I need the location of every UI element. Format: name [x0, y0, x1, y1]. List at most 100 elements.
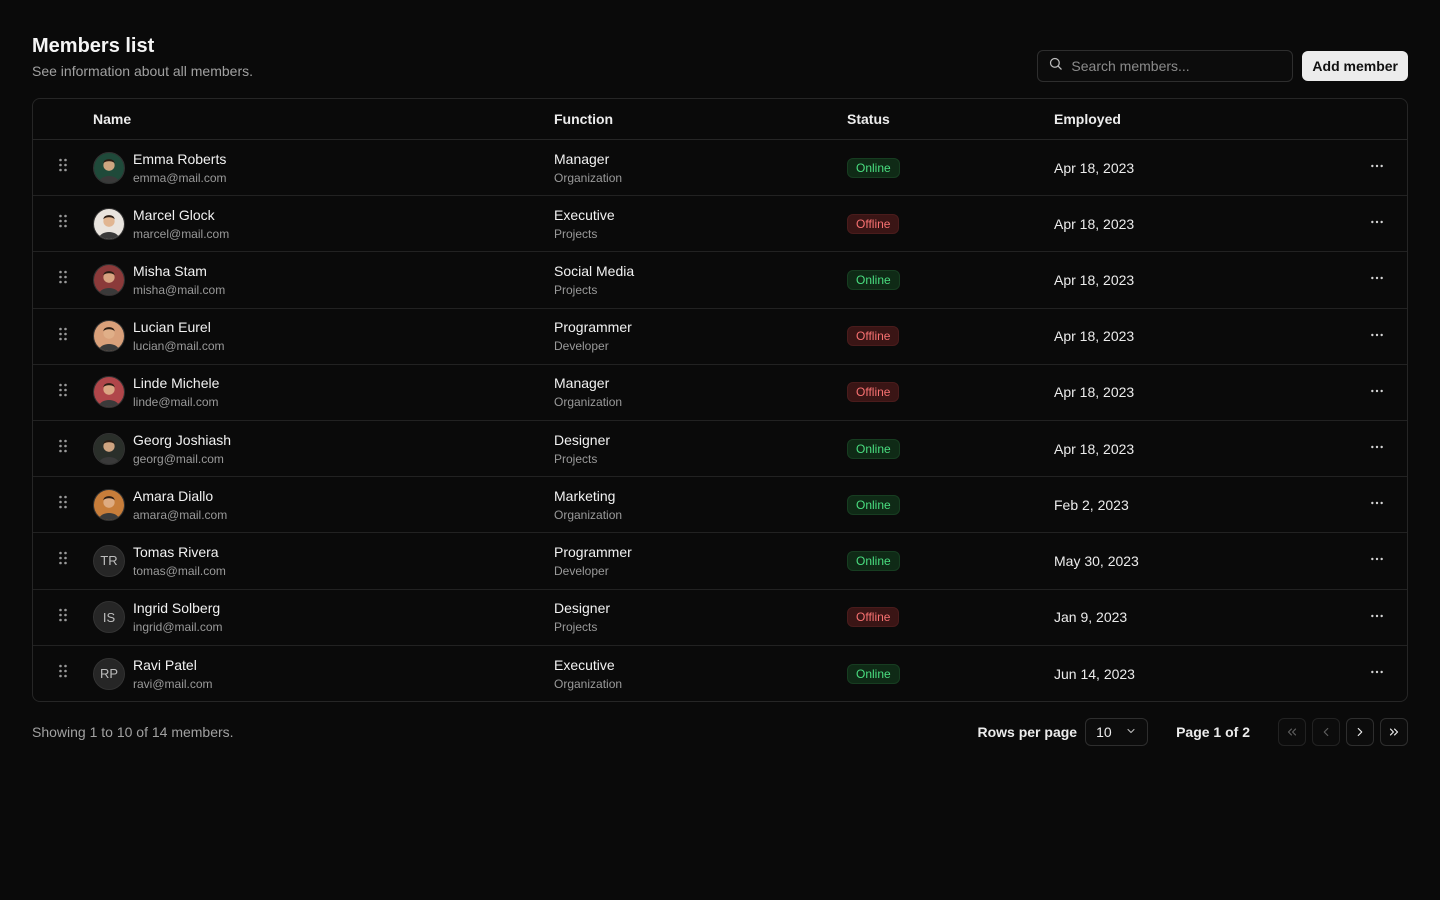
member-email: linde@mail.com [133, 395, 219, 410]
member-cell: Linde Michele linde@mail.com [93, 374, 554, 410]
status-badge: Online [847, 494, 900, 515]
member-department: Projects [554, 451, 598, 466]
row-actions-button[interactable] [1365, 324, 1389, 348]
table-row[interactable]: Georg Joshiash georg@mail.com Designer Proj… [33, 421, 1407, 478]
status-badge: Offline [847, 213, 900, 234]
drag-handle[interactable] [33, 383, 93, 402]
status-cell: Online [847, 269, 1054, 290]
member-name: Georg Joshiash [133, 431, 232, 448]
table-row[interactable]: Linde Michele linde@mail.com Manager Organi… [33, 365, 1407, 421]
row-actions-button[interactable] [1365, 662, 1389, 686]
status-badge: Online [847, 663, 900, 684]
function-cell: Designer Projects [554, 599, 847, 635]
row-actions-button[interactable] [1365, 605, 1389, 629]
function-cell: Designer Projects [554, 431, 847, 467]
member-email: lucian@mail.com [133, 339, 225, 354]
members-page: Members list See information about all m… [0, 0, 1440, 900]
member-email: amara@mail.com [133, 507, 228, 522]
member-role: Manager [554, 150, 610, 167]
employed-date: Apr 18, 2023 [1054, 159, 1135, 176]
function-cell: Manager Organization [554, 374, 847, 410]
table-row[interactable]: Marcel Glock marcel@mail.com Executive Proj… [33, 196, 1407, 253]
table-footer: Showing 1 to 10 of 14 members. Rows per … [32, 718, 1408, 746]
pager-buttons [1278, 718, 1408, 746]
row-actions-button[interactable] [1365, 268, 1389, 292]
member-name: Tomas Rivera [133, 543, 219, 560]
member-department: Projects [554, 226, 598, 241]
column-header-function[interactable]: Function [554, 111, 847, 127]
table-row[interactable]: IS Ingrid Solberg ingrid@mail.com Designer P… [33, 590, 1407, 646]
row-actions-button[interactable] [1365, 437, 1389, 461]
rows-per-page-select[interactable]: 10 [1085, 718, 1149, 746]
drag-handle[interactable] [33, 495, 93, 514]
member-cell: Amara Diallo amara@mail.com [93, 487, 554, 523]
member-cell: TR Tomas Rivera tomas@mail.com [93, 543, 554, 579]
grip-vertical-icon [58, 383, 68, 402]
row-actions-button[interactable] [1365, 380, 1389, 404]
page-indicator: Page 1 of 2 [1176, 724, 1250, 740]
member-email: ingrid@mail.com [133, 620, 223, 635]
avatar [93, 488, 125, 521]
avatar [93, 432, 125, 465]
column-header-status[interactable]: Status [847, 111, 1054, 127]
status-cell: Offline [847, 607, 1054, 628]
more-horizontal-icon [1369, 439, 1385, 458]
status-badge: Online [847, 550, 900, 571]
last-page-button[interactable] [1380, 718, 1408, 746]
search-box[interactable] [1037, 50, 1294, 82]
row-actions-button[interactable] [1365, 212, 1389, 236]
first-page-button[interactable] [1278, 718, 1306, 746]
function-cell: Executive Organization [554, 656, 847, 692]
status-badge: Offline [847, 607, 900, 628]
drag-handle[interactable] [33, 608, 93, 627]
table-row[interactable]: RP Ravi Patel ravi@mail.com Executive Organi… [33, 646, 1407, 701]
previous-page-button[interactable] [1312, 718, 1340, 746]
drag-handle[interactable] [33, 327, 93, 346]
search-input[interactable] [1071, 58, 1283, 74]
page-header: Members list See information about all m… [32, 34, 1408, 84]
avatar: IS [93, 601, 125, 634]
drag-handle[interactable] [33, 439, 93, 458]
row-actions-button[interactable] [1365, 493, 1389, 517]
table-row[interactable]: Emma Roberts emma@mail.com Manager Organiza… [33, 140, 1407, 197]
member-name: Ingrid Solberg [133, 600, 221, 617]
grip-vertical-icon [58, 327, 68, 346]
row-actions-button[interactable] [1365, 549, 1389, 573]
status-badge: Online [847, 157, 900, 178]
table-row[interactable]: TR Tomas Rivera tomas@mail.com Programmer De… [33, 533, 1407, 590]
employed-date: Apr 18, 2023 [1054, 215, 1135, 232]
row-actions-button[interactable] [1365, 156, 1389, 180]
member-department: Developer [554, 339, 609, 354]
grip-vertical-icon [58, 270, 68, 289]
member-role: Executive [554, 656, 615, 673]
next-page-button[interactable] [1346, 718, 1374, 746]
more-horizontal-icon [1369, 608, 1385, 627]
member-name: Linde Michele [133, 375, 220, 392]
member-role: Designer [554, 431, 611, 448]
member-department: Organization [554, 676, 623, 691]
drag-handle[interactable] [33, 214, 93, 233]
status-badge: Offline [847, 326, 900, 347]
member-cell: Misha Stam misha@mail.com [93, 262, 554, 298]
member-cell: IS Ingrid Solberg ingrid@mail.com [93, 599, 554, 635]
status-badge: Online [847, 438, 900, 459]
rows-per-page-value: 10 [1096, 724, 1112, 740]
member-role: Marketing [554, 487, 616, 504]
table-body: Emma Roberts emma@mail.com Manager Organiza… [33, 140, 1407, 701]
table-row[interactable]: Amara Diallo amara@mail.com Marketing Organ… [33, 477, 1407, 534]
member-role: Designer [554, 600, 611, 617]
member-role: Programmer [554, 543, 632, 560]
add-member-button[interactable]: Add member [1302, 51, 1408, 81]
chevrons-left-icon [1287, 728, 1297, 736]
table-row[interactable]: Lucian Eurel lucian@mail.com Programmer Dev… [33, 309, 1407, 365]
column-header-employed[interactable]: Employed [1054, 111, 1347, 127]
grip-vertical-icon [58, 664, 68, 683]
drag-handle[interactable] [33, 270, 93, 289]
function-cell: Social Media Projects [554, 262, 847, 298]
column-header-name[interactable]: Name [93, 111, 554, 127]
table-row[interactable]: Misha Stam misha@mail.com Social Media Proj… [33, 252, 1407, 309]
member-role: Social Media [554, 262, 635, 279]
drag-handle[interactable] [33, 664, 93, 683]
drag-handle[interactable] [33, 551, 93, 570]
drag-handle[interactable] [33, 158, 93, 177]
